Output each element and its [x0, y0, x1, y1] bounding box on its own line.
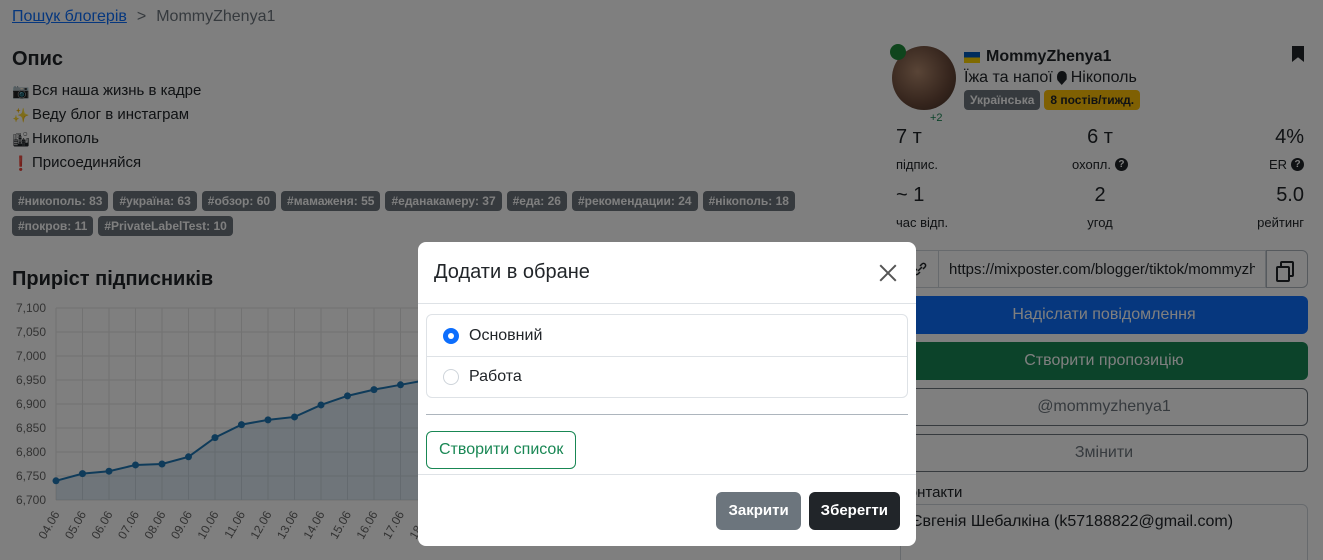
list-item-main[interactable]: Основний: [427, 315, 907, 356]
create-list-button[interactable]: Створити список: [426, 431, 577, 469]
list-item-label: Основний: [469, 326, 543, 344]
favorites-list: Основний Работа: [426, 314, 908, 398]
divider: [426, 414, 908, 415]
list-item-work[interactable]: Работа: [427, 356, 907, 397]
close-button[interactable]: Закрити: [716, 491, 801, 530]
modal-footer: Закрити Зберегти: [418, 474, 916, 546]
save-button[interactable]: Зберегти: [808, 491, 900, 530]
radio-work[interactable]: [443, 369, 459, 385]
modal-header: Додати в обране: [418, 242, 916, 304]
list-item-label: Работа: [469, 368, 522, 385]
add-to-favorites-modal: Додати в обране Основний Работа Створити…: [418, 242, 916, 546]
close-icon[interactable]: [876, 261, 900, 285]
modal-title: Додати в обране: [434, 261, 590, 283]
radio-main[interactable]: [443, 327, 459, 344]
